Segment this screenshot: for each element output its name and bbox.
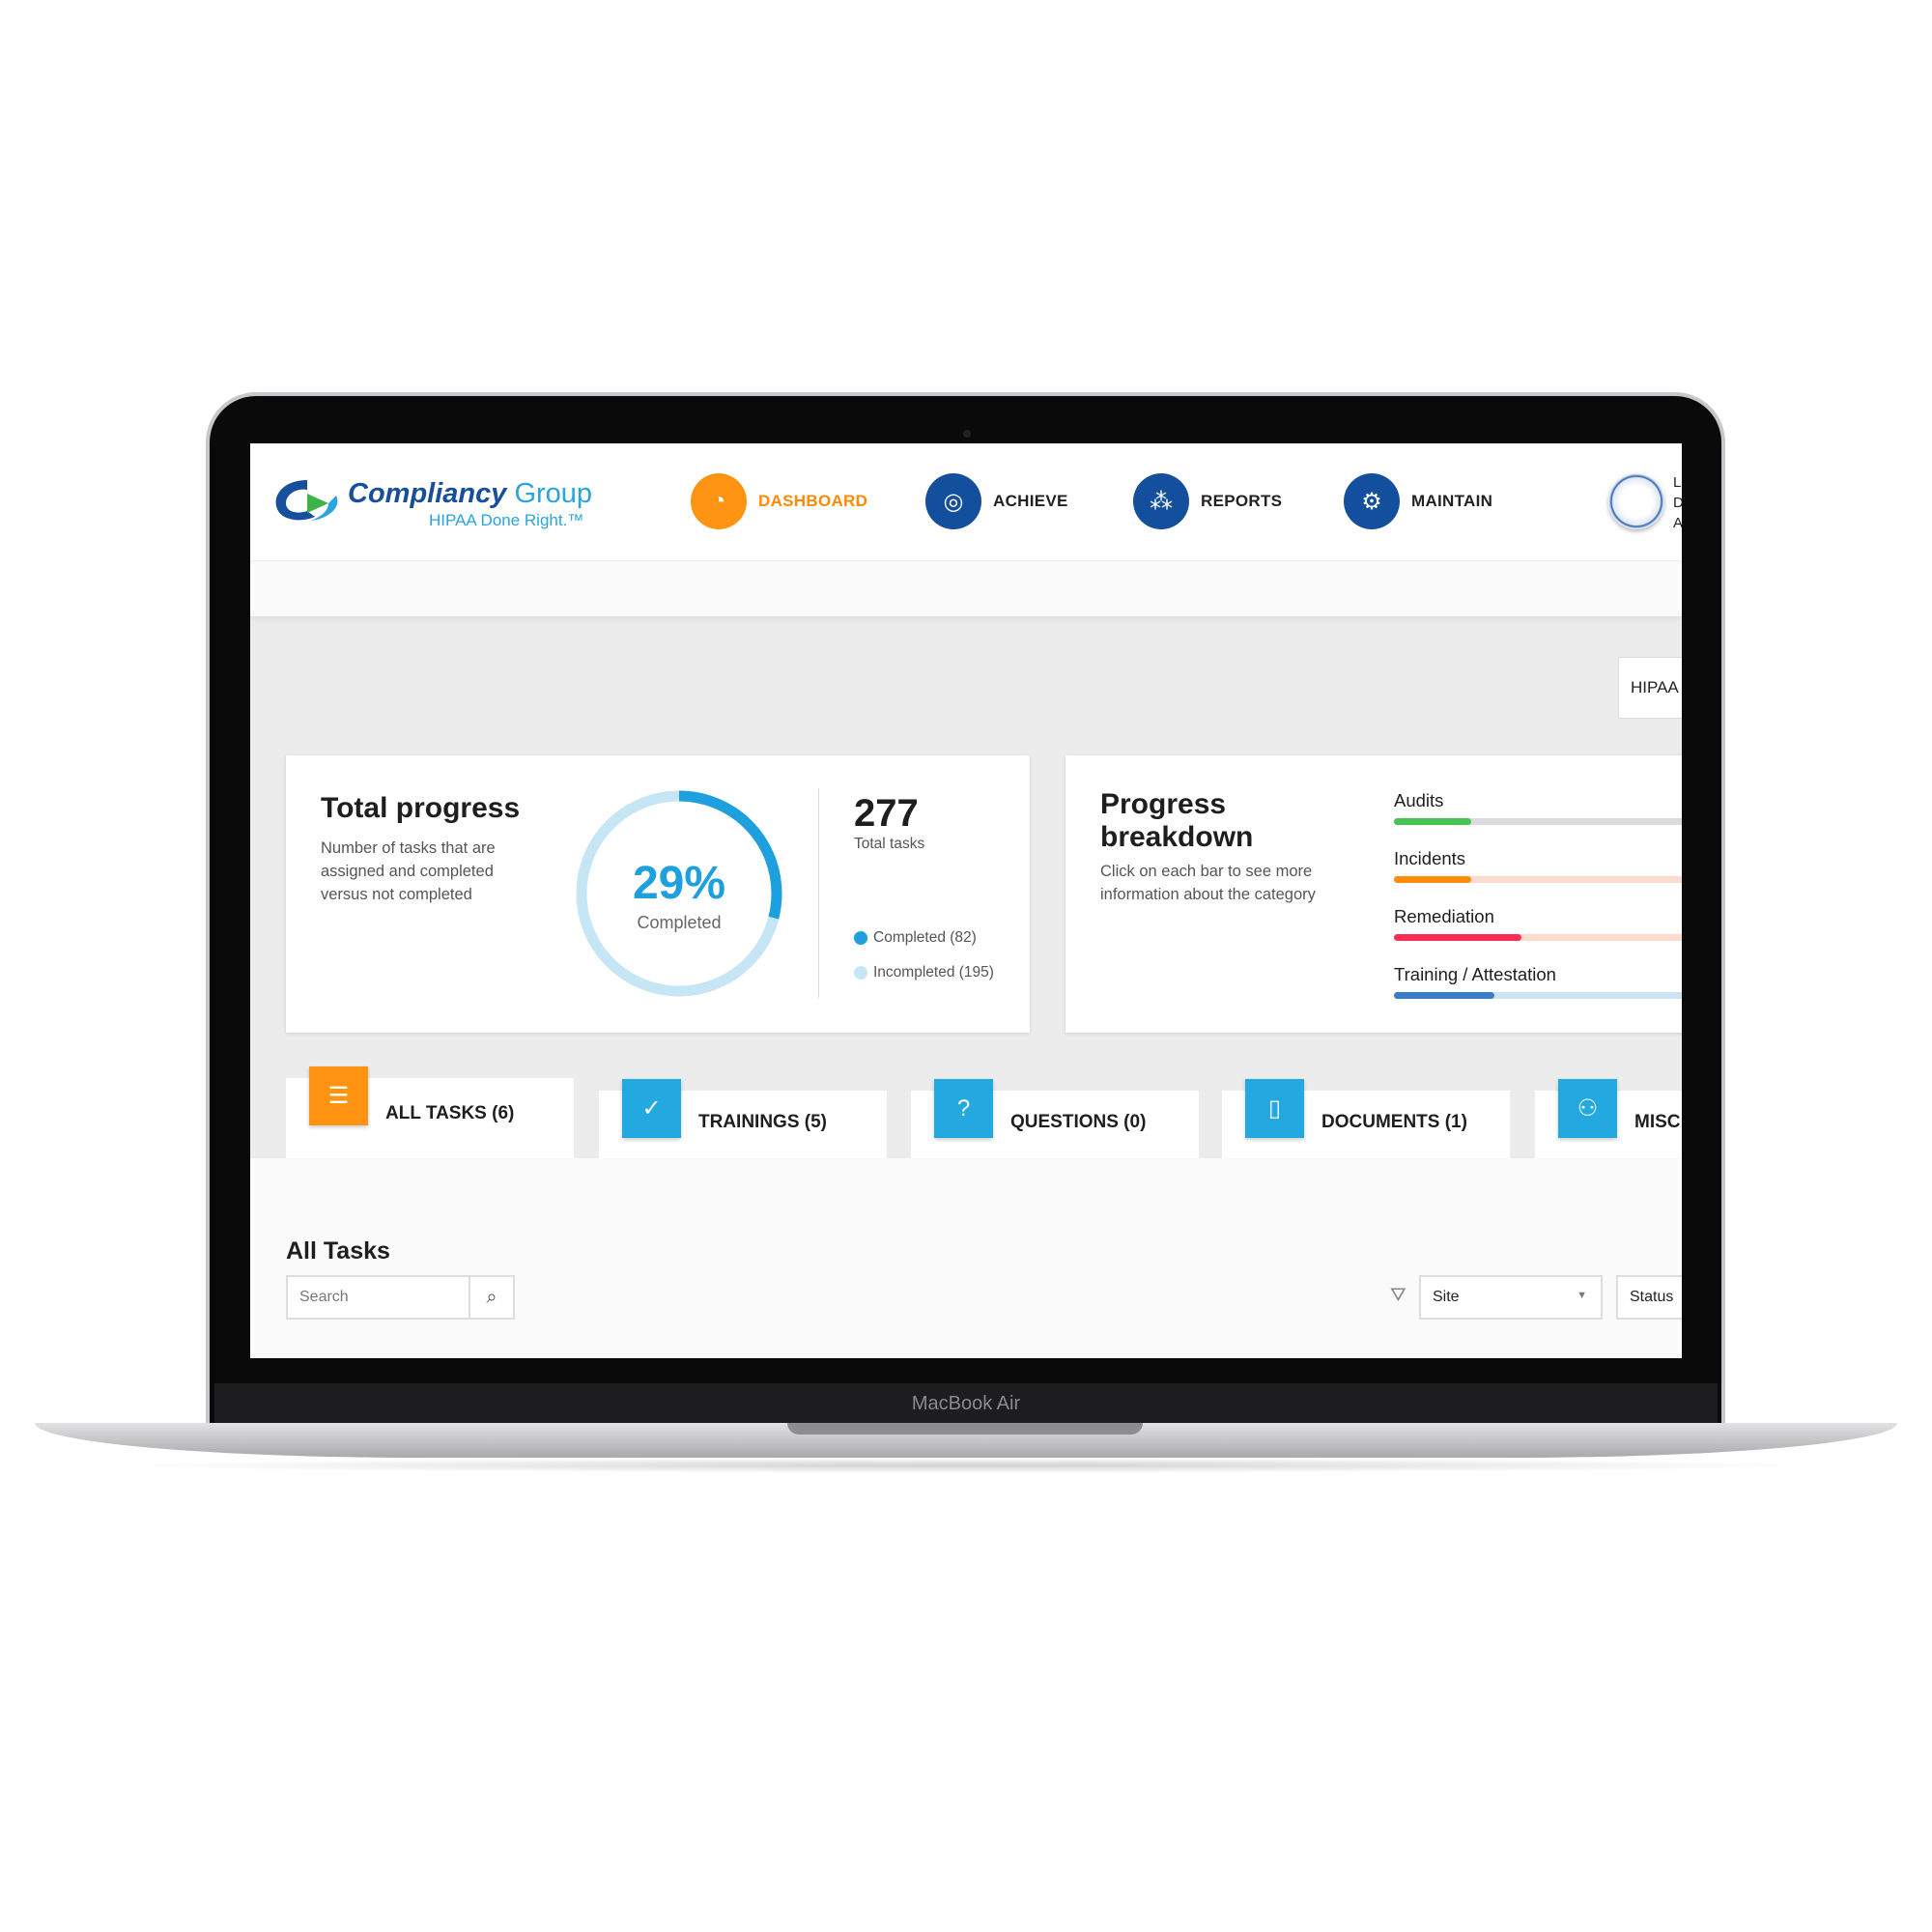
- percent-caption: Completed: [637, 913, 722, 932]
- card-title: Progress breakdown: [1100, 788, 1253, 854]
- tab-trainings[interactable]: ✓ TRAININGS (5): [599, 1079, 887, 1158]
- document-icon: ▯: [1245, 1079, 1304, 1138]
- legend-label: Completed (82): [873, 929, 977, 946]
- total-progress-card: Total progress Number of tasks that are …: [286, 755, 1030, 1033]
- list-icon: ☰: [309, 1066, 368, 1125]
- bar-fill: [1394, 818, 1471, 825]
- user-line: A: [1673, 515, 1682, 531]
- tab-label: DOCUMENTS (1): [1321, 1112, 1467, 1132]
- divider: [818, 788, 819, 998]
- nav-achieve[interactable]: ◎ ACHIEVE: [925, 473, 1068, 529]
- tab-label: TRAININGS (5): [698, 1112, 827, 1132]
- section-title: All Tasks: [286, 1237, 390, 1264]
- logo[interactable]: Compliancy Group HIPAA Done Right.™: [269, 474, 597, 534]
- legend-dot: [854, 966, 867, 980]
- nav-label: MAINTAIN: [1411, 492, 1493, 510]
- bar-label: Incidents: [1394, 848, 1466, 868]
- bar-track: [1394, 818, 1682, 825]
- title-line: breakdown: [1100, 821, 1254, 853]
- legend-dot: [854, 931, 867, 945]
- breakdown-bar-remediation[interactable]: Remediation: [1394, 906, 1682, 941]
- gauge-icon: ◔: [691, 473, 747, 529]
- camera: [963, 430, 971, 438]
- bar-fill: [1394, 992, 1494, 999]
- tab-label: QUESTIONS (0): [1010, 1112, 1147, 1132]
- total-tasks-label: Total tasks: [854, 836, 925, 852]
- badge-check-icon: ✓: [622, 1079, 681, 1138]
- legend-incompleted: Incompleted (195): [854, 964, 994, 981]
- legend-completed: Completed (82): [854, 929, 977, 947]
- bar-fill: [1394, 934, 1521, 941]
- question-icon: ?: [934, 1079, 993, 1138]
- legend-label: Incompleted (195): [873, 964, 994, 980]
- user-line: L: [1673, 474, 1682, 491]
- total-tasks-value: 277: [854, 792, 919, 835]
- screen: Compliancy Group HIPAA Done Right.™ ◔ DAS…: [250, 443, 1682, 1358]
- bar-track: [1394, 992, 1682, 999]
- card-description: Number of tasks that are assigned and co…: [321, 839, 496, 903]
- title-line: Progress: [1100, 788, 1227, 820]
- tasks-section: All Tasks Search ⌕ ⛛ Site ▼ Status: [250, 1158, 1682, 1358]
- user-gear-icon: ⚇: [1558, 1079, 1617, 1138]
- breakdown-bar-training-attestation[interactable]: Training / Attestation: [1394, 964, 1682, 999]
- search-icon[interactable]: ⌕: [469, 1277, 513, 1318]
- search-input[interactable]: Search ⌕: [286, 1275, 515, 1320]
- nav-dashboard[interactable]: ◔ DASHBOARD: [691, 473, 867, 529]
- card-title: Total progress: [321, 792, 521, 824]
- tab-questions[interactable]: ? QUESTIONS (0): [911, 1079, 1199, 1158]
- breakdown-bar-audits[interactable]: Audits: [1394, 790, 1682, 825]
- chevron-down-icon: ▼: [1577, 1290, 1587, 1301]
- bar-fill: [1394, 876, 1471, 883]
- status-select[interactable]: Status: [1616, 1275, 1682, 1320]
- laptop-notch: [787, 1423, 1143, 1435]
- sub-header: [250, 560, 1682, 616]
- nav-label: DASHBOARD: [758, 492, 868, 510]
- search-placeholder: Search: [299, 1289, 349, 1305]
- device-label: MacBook Air: [911, 1393, 1021, 1414]
- user-info[interactable]: LDA: [1673, 472, 1682, 533]
- site-select[interactable]: Site ▼: [1419, 1275, 1603, 1320]
- target-icon: ◎: [925, 473, 981, 529]
- laptop-shadow: [116, 1458, 1816, 1473]
- nav-maintain[interactable]: ⚙ MAINTAIN: [1344, 473, 1492, 529]
- nav-label: REPORTS: [1201, 492, 1283, 510]
- tab-label: ALL TASKS (6): [385, 1103, 515, 1123]
- logo-name-light: Group: [514, 478, 593, 509]
- nav-reports[interactable]: ⁂ REPORTS: [1133, 473, 1282, 529]
- bar-label: Remediation: [1394, 906, 1494, 926]
- tab-all-tasks[interactable]: ☰ ALL TASKS (6): [286, 1066, 574, 1158]
- progress-breakdown-card: Progress breakdown Click on each bar to s…: [1065, 755, 1682, 1033]
- logo-mark-icon: [275, 480, 338, 521]
- program-selector-button[interactable]: HIPAA: [1618, 657, 1682, 719]
- gears-icon: ⚙: [1344, 473, 1400, 529]
- breakdown-bar-incidents[interactable]: Incidents: [1394, 848, 1682, 883]
- hierarchy-icon: ⁂: [1133, 473, 1189, 529]
- top-header: Compliancy Group HIPAA Done Right.™ ◔ DAS…: [250, 443, 1682, 560]
- card-description: Click on each bar to see more informatio…: [1100, 863, 1316, 903]
- user-line: D: [1673, 495, 1682, 511]
- logo-tagline: HIPAA Done Right.™: [429, 511, 584, 529]
- tab-label: MISC: [1634, 1112, 1681, 1132]
- tab-misc[interactable]: ⚇ MISC: [1535, 1079, 1682, 1158]
- bar-track: [1394, 876, 1682, 883]
- bar-label: Audits: [1394, 790, 1444, 810]
- logo-name: Compliancy: [348, 478, 507, 509]
- tab-documents[interactable]: ▯ DOCUMENTS (1): [1222, 1079, 1510, 1158]
- filter-icon[interactable]: ⛛: [1390, 1285, 1406, 1307]
- hipaa-seal-icon[interactable]: [1608, 473, 1664, 529]
- nav-label: ACHIEVE: [993, 492, 1068, 510]
- percent-value: 29%: [632, 858, 726, 909]
- bar-label: Training / Attestation: [1394, 964, 1556, 984]
- bar-track: [1394, 934, 1682, 941]
- site-select-value: Site: [1433, 1289, 1460, 1305]
